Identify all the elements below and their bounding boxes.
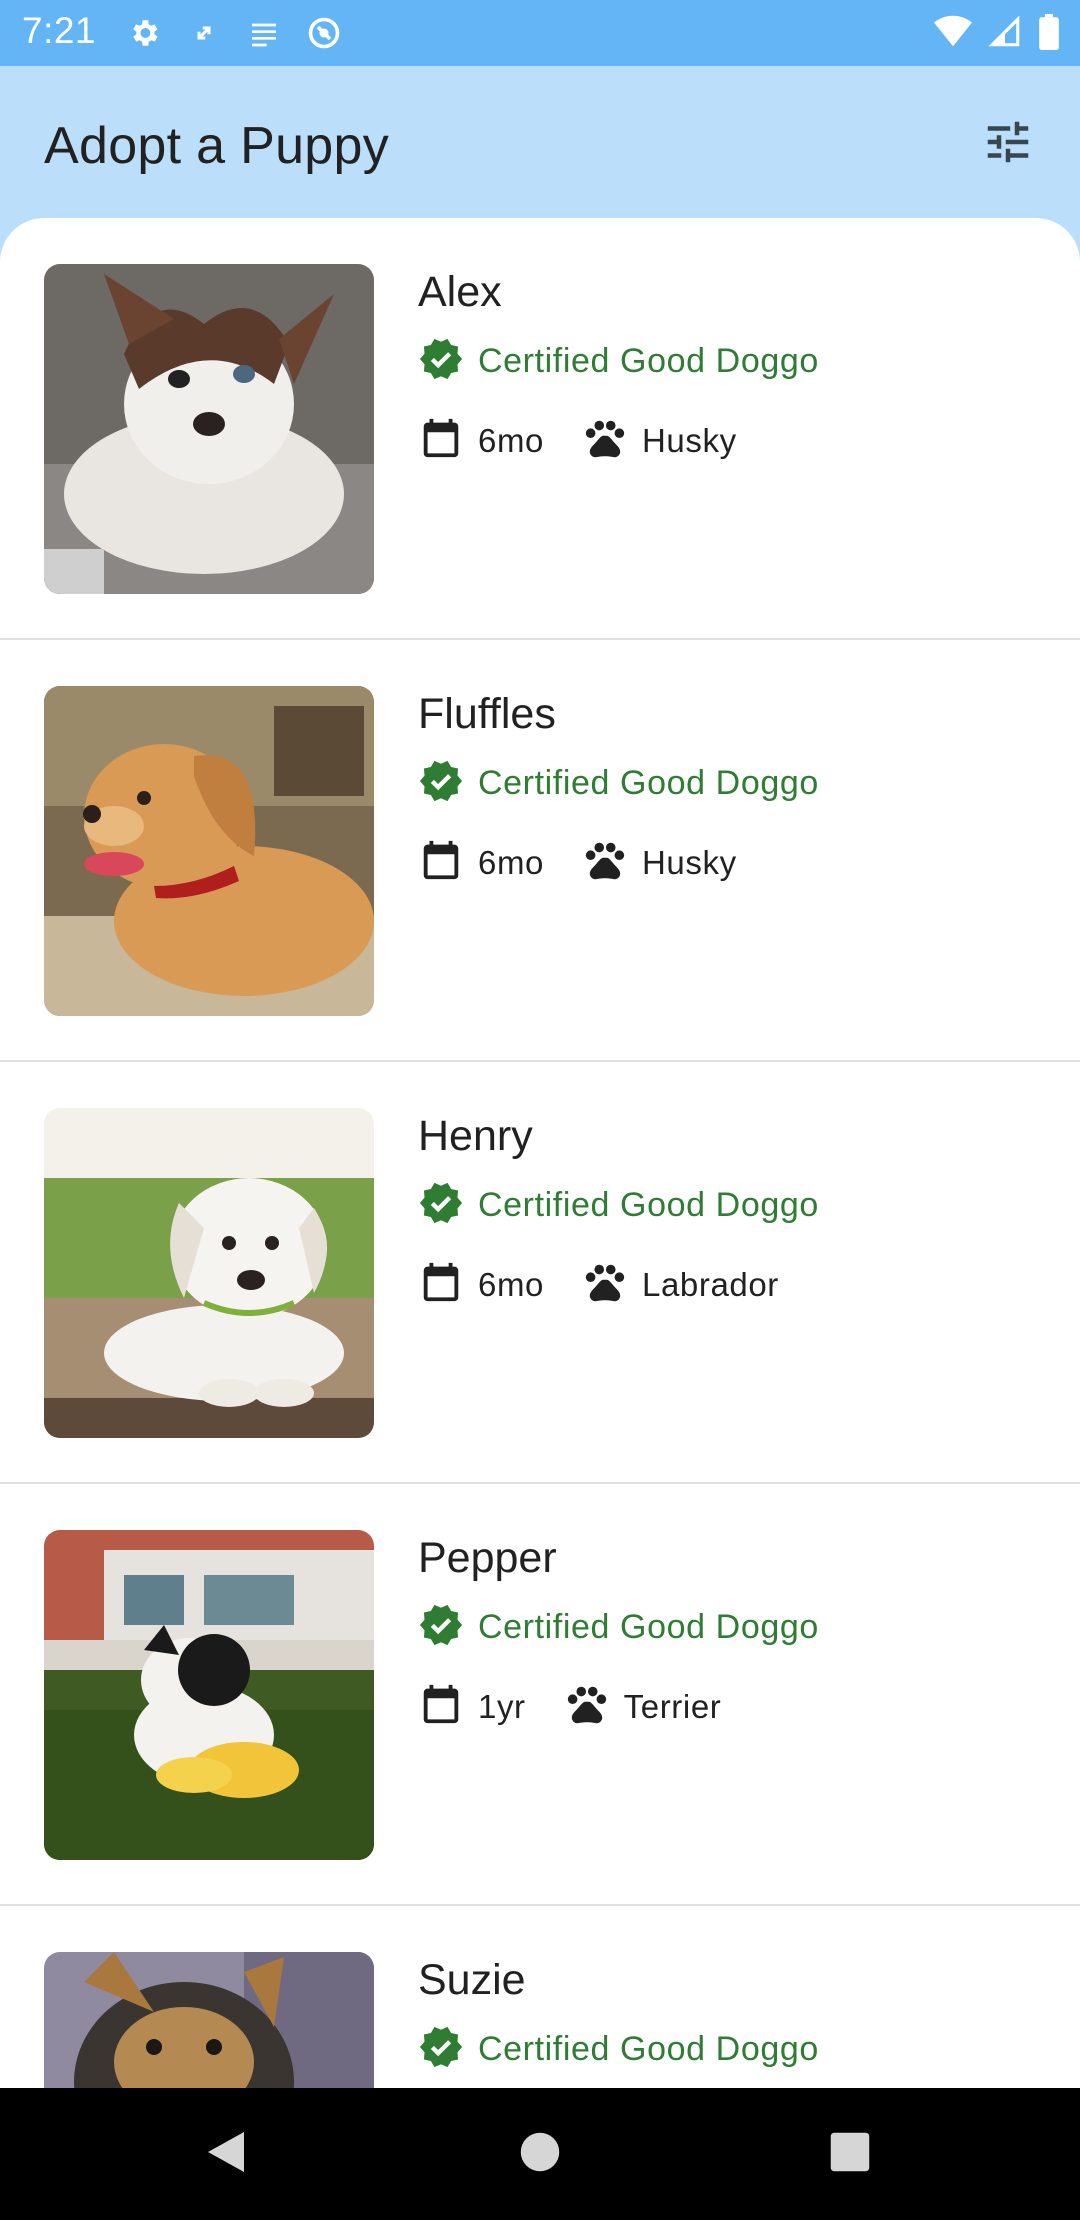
- paw-icon: [564, 1681, 610, 1732]
- breed-text: Husky: [642, 421, 737, 459]
- certified-label: Certified Good Doggo: [478, 2030, 819, 2068]
- certified-label: Certified Good Doggo: [478, 342, 819, 380]
- puppy-name: Fluffles: [418, 690, 556, 738]
- navigation-bar: [0, 2088, 1080, 2220]
- certified-label: Certified Good Doggo: [478, 1186, 819, 1224]
- puppy-photo: [44, 264, 374, 594]
- age-text: 6mo: [478, 843, 544, 881]
- home-icon: [519, 2131, 561, 2178]
- puppy-list-item[interactable]: Fluffles Certified Good Doggo 6mo Husky: [0, 640, 1080, 1062]
- puppy-name: Pepper: [418, 1534, 557, 1582]
- settings-icon: [126, 15, 162, 51]
- certified-badge: Certified Good Doggo: [418, 2024, 819, 2075]
- paw-icon: [582, 1259, 628, 1310]
- calendar-icon: [418, 1680, 464, 1733]
- filter-button[interactable]: [976, 112, 1040, 176]
- verified-icon: [418, 2024, 464, 2075]
- screen-rotate-icon: [186, 15, 222, 51]
- verified-icon: [418, 758, 464, 809]
- certified-badge: Certified Good Doggo: [418, 336, 819, 387]
- breed-info: Labrador: [582, 1259, 779, 1310]
- verified-icon: [418, 336, 464, 387]
- breed-info: Husky: [582, 837, 737, 888]
- puppy-list-item[interactable]: Pepper Certified Good Doggo 1yr Terrier: [0, 1484, 1080, 1906]
- page-title: Adopt a Puppy: [44, 117, 390, 175]
- age-text: 1yr: [478, 1687, 526, 1725]
- puppy-photo: [44, 686, 374, 1016]
- status-time: 7:21: [22, 10, 97, 51]
- calendar-icon: [418, 836, 464, 889]
- puppy-photo: [44, 1530, 374, 1860]
- home-button[interactable]: [480, 2088, 600, 2220]
- status-bar: 7:21: [0, 0, 1080, 66]
- paw-icon: [582, 415, 628, 466]
- puppy-photo: [44, 1952, 374, 2088]
- puppy-name: Suzie: [418, 1956, 526, 2004]
- tune-filter-icon: [981, 115, 1035, 174]
- puppy-list[interactable]: Alex Certified Good Doggo 6mo Husky Fluf…: [0, 218, 1080, 2088]
- wifi-icon: [934, 15, 972, 54]
- app-bar: Adopt a Puppy: [0, 66, 1080, 226]
- battery-icon: [1038, 14, 1060, 55]
- puppy-list-item[interactable]: Henry Certified Good Doggo 6mo Labrador: [0, 1062, 1080, 1484]
- calendar-icon: [418, 1258, 464, 1311]
- back-icon: [204, 2128, 248, 2181]
- breed-text: Husky: [642, 843, 737, 881]
- puppy-name: Alex: [418, 268, 502, 316]
- breed-info: Terrier: [564, 1681, 722, 1732]
- puppy-meta: 1yr Terrier: [418, 1680, 759, 1733]
- verified-icon: [418, 1180, 464, 1231]
- notes-icon: [246, 15, 282, 51]
- recents-button[interactable]: [790, 2088, 910, 2220]
- puppy-list-item[interactable]: Alex Certified Good Doggo 6mo Husky: [0, 218, 1080, 640]
- certified-label: Certified Good Doggo: [478, 764, 819, 802]
- recents-icon: [829, 2131, 871, 2178]
- age-info: 6mo: [418, 414, 544, 467]
- puppy-meta: 6mo Labrador: [418, 1258, 817, 1311]
- puppy-list-item[interactable]: Suzie Certified Good Doggo: [0, 1906, 1080, 2088]
- status-icons-left: [126, 15, 342, 51]
- puppy-meta: 6mo Husky: [418, 414, 775, 467]
- age-info: 6mo: [418, 1258, 544, 1311]
- verified-icon: [418, 1602, 464, 1653]
- certified-badge: Certified Good Doggo: [418, 1180, 819, 1231]
- signal-icon: [988, 15, 1022, 54]
- certified-label: Certified Good Doggo: [478, 1608, 819, 1646]
- age-text: 6mo: [478, 421, 544, 459]
- back-button[interactable]: [166, 2088, 286, 2220]
- certified-badge: Certified Good Doggo: [418, 758, 819, 809]
- calendar-icon: [418, 414, 464, 467]
- breed-text: Terrier: [623, 1687, 722, 1725]
- puppy-name: Henry: [418, 1112, 533, 1160]
- puppy-photo: [44, 1108, 374, 1438]
- breed-info: Husky: [582, 415, 737, 466]
- age-text: 6mo: [478, 1265, 544, 1303]
- status-icons-right: [934, 14, 1060, 55]
- breed-text: Labrador: [642, 1265, 779, 1303]
- age-info: 1yr: [418, 1680, 526, 1733]
- paw-icon: [582, 837, 628, 888]
- age-info: 6mo: [418, 836, 544, 889]
- certified-badge: Certified Good Doggo: [418, 1602, 819, 1653]
- vpn-icon: [306, 15, 342, 51]
- puppy-meta: 6mo Husky: [418, 836, 775, 889]
